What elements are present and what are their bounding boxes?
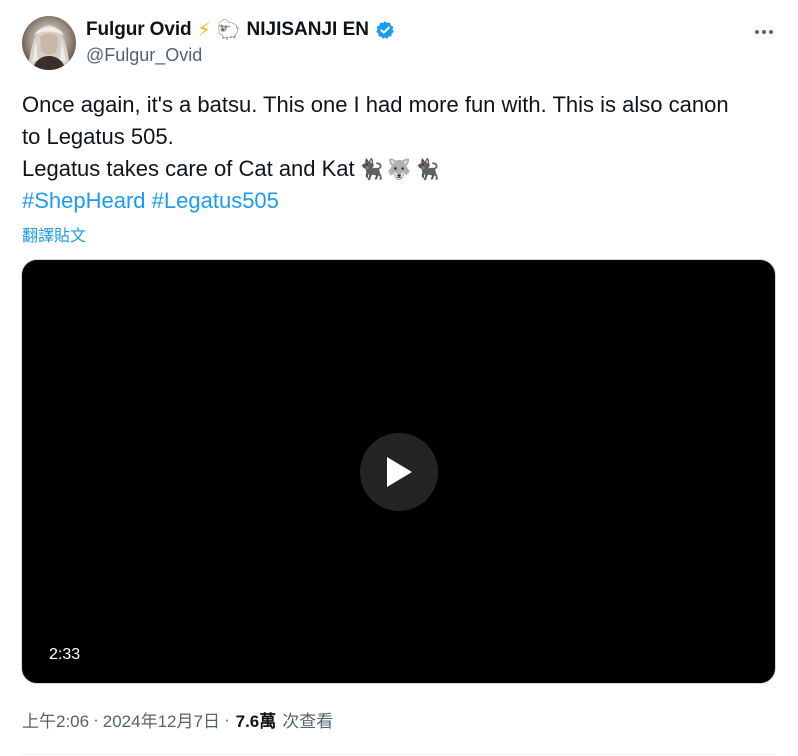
author-name-line: Fulgur Ovid ⚡ 🐑 NIJISANJI EN	[86, 18, 395, 41]
verified-badge-icon[interactable]	[375, 20, 395, 40]
views-count: 7.6萬	[235, 712, 277, 731]
play-button[interactable]	[360, 433, 438, 511]
tweet-text-line-3: Legatus takes care of Cat and Kat 🐈‍⬛🐺🐈‍⬛	[22, 153, 782, 185]
more-options-button[interactable]	[752, 20, 776, 44]
cat-wolf-cat-emojis: 🐈‍⬛🐺🐈‍⬛	[358, 157, 443, 181]
video-duration: 2:33	[49, 646, 81, 663]
meta-separator: ·	[93, 709, 99, 729]
tweet-text: Once again, it's a batsu. This one I had…	[22, 89, 782, 217]
tweet-header: Fulgur Ovid ⚡ 🐑 NIJISANJI EN @Fulgur_Ovi…	[22, 16, 776, 72]
tweet-time[interactable]: 上午2:06	[22, 707, 89, 732]
tweet-date[interactable]: 2024年12月7日	[103, 707, 220, 732]
hashtag-shepheard[interactable]: #ShepHeard	[22, 188, 146, 213]
avatar-image	[28, 25, 70, 70]
views-label: 次查看	[282, 712, 334, 731]
author-affiliation[interactable]: NIJISANJI EN	[247, 19, 369, 41]
divider	[22, 754, 776, 755]
play-icon	[387, 457, 412, 487]
author-handle[interactable]: @Fulgur_Ovid	[86, 45, 202, 66]
video-player[interactable]: 2:33	[21, 259, 776, 684]
sheep-emoji: 🐑	[216, 19, 241, 41]
hashtag-line: #ShepHeard #Legatus505	[22, 185, 782, 217]
author-display-name[interactable]: Fulgur Ovid	[86, 19, 192, 41]
translate-post-link[interactable]: 翻譯貼文	[22, 222, 86, 246]
tweet-text-line-3-text: Legatus takes care of Cat and Kat	[22, 156, 355, 181]
more-dots-icon	[755, 30, 773, 34]
hashtag-legatus505[interactable]: #Legatus505	[152, 188, 279, 213]
tweet-text-line-2: to Legatus 505.	[22, 124, 174, 149]
lightning-emoji: ⚡	[197, 18, 211, 41]
tweet-text-line-1: Once again, it's a batsu. This one I had…	[22, 92, 729, 117]
tweet-meta: 上午2:06 · 2024年12月7日 · 7.6萬 次查看	[22, 707, 333, 732]
avatar[interactable]	[22, 16, 76, 70]
meta-separator: ·	[223, 709, 230, 729]
